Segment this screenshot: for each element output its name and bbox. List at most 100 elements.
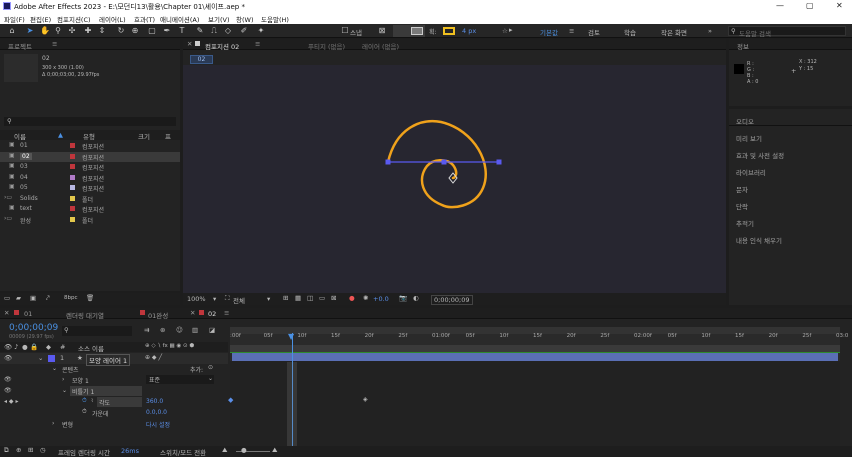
- layer-switches-icon[interactable]: ⊕ ◆ ╱: [145, 354, 162, 361]
- menu-animation[interactable]: 애니메이션(A): [160, 14, 199, 24]
- stopwatch-icon[interactable]: ⏱: [82, 397, 87, 405]
- layer-row-1[interactable]: 👁 ⌄ 1 ★ 모양 레이어 1 ⊕ ◆ ╱: [0, 353, 228, 366]
- label-color-swatch[interactable]: [70, 153, 75, 159]
- workspace-review[interactable]: 검토: [588, 27, 600, 37]
- grid-icon[interactable]: ⊠: [331, 294, 336, 302]
- tab-footage[interactable]: 푸티지 (없음): [308, 41, 345, 51]
- project-search-input[interactable]: ⚲: [4, 117, 176, 126]
- guides-icon[interactable]: ▭: [319, 294, 325, 302]
- dropdown-arrow-icon[interactable]: ▸: [509, 26, 513, 34]
- number-column-icon[interactable]: #: [60, 343, 65, 351]
- label-color-swatch[interactable]: [70, 174, 75, 180]
- project-item[interactable]: ›▭ 완성 폴더: [0, 215, 180, 225]
- pen-tool-icon[interactable]: ✒: [163, 27, 171, 35]
- snapshot-icon[interactable]: 📷: [399, 294, 407, 302]
- exposure-value[interactable]: +0.0: [373, 295, 389, 303]
- panel-paragraph[interactable]: 단락: [736, 201, 748, 211]
- sort-arrow-icon[interactable]: ▲: [58, 131, 63, 139]
- timeline-search-input[interactable]: ⚲: [62, 326, 132, 336]
- stroke-color-swatch[interactable]: [443, 27, 455, 35]
- column-fps[interactable]: 프: [165, 131, 171, 141]
- angle-value[interactable]: 360.0: [146, 398, 163, 405]
- minimize-button[interactable]: —: [776, 1, 784, 10]
- expand-arrow-icon[interactable]: ⌄: [52, 365, 57, 372]
- stopwatch-icon[interactable]: ⏱: [82, 408, 87, 416]
- panel-preview[interactable]: 미리 보기: [736, 133, 762, 143]
- playhead-icon[interactable]: ▼: [288, 332, 294, 341]
- transform-row[interactable]: › 변형 다시 설정: [0, 419, 228, 430]
- menu-window[interactable]: 창(W): [236, 14, 253, 24]
- close-tab-icon[interactable]: ✕: [190, 309, 195, 317]
- project-tab[interactable]: 프로젝트: [8, 41, 32, 51]
- new-folder-icon[interactable]: ▰: [16, 294, 21, 302]
- more-workspaces-icon[interactable]: »: [708, 27, 712, 35]
- expand-arrow-icon[interactable]: ⌄: [38, 354, 43, 362]
- snap-options-icon[interactable]: ⊠: [378, 27, 386, 35]
- resolution-dropdown[interactable]: 전체: [233, 295, 245, 305]
- mask-icon[interactable]: ◫: [307, 294, 313, 302]
- interpret-footage-icon[interactable]: ▭: [4, 294, 10, 302]
- pan-behind-tool-icon[interactable]: ⊕: [131, 27, 139, 35]
- switches-icon[interactable]: ⊕ ◇ ∖ fx ▦ ◉ ⊙ ⬢: [145, 343, 194, 349]
- column-type[interactable]: 유형: [83, 131, 95, 141]
- blend-mode-dropdown[interactable]: 표준: [146, 375, 214, 384]
- info-tab[interactable]: 정보: [737, 41, 749, 51]
- twist-row[interactable]: 👁 ⌄ 비틀기 1: [0, 386, 228, 397]
- time-ruler[interactable]: :00f 05f 10f 15f 20f 25f 01:00f 05f 10f 15f 20f 25f…: [230, 333, 848, 342]
- rotate-tool-icon[interactable]: ↻: [117, 27, 125, 35]
- project-item[interactable]: ▣ 05 컴포지션: [0, 183, 180, 193]
- lock-toggle-icon[interactable]: 🔒: [30, 343, 38, 351]
- in-out-icon[interactable]: ⊞: [28, 446, 33, 454]
- shape-visibility-icon[interactable]: 👁: [4, 376, 12, 383]
- close-tab-icon[interactable]: ✕: [187, 40, 192, 48]
- layer-switches-pane-icon[interactable]: ⧉: [4, 446, 9, 455]
- maximize-button[interactable]: ▢: [806, 1, 814, 10]
- reset-link[interactable]: 다시 설정: [146, 420, 170, 429]
- expand-arrow-icon[interactable]: ⌄: [62, 387, 67, 394]
- twist-label[interactable]: 비틀기 1: [70, 386, 142, 396]
- zoom-slider-handle[interactable]: ●: [241, 446, 247, 454]
- shy-icon[interactable]: ☺: [176, 326, 183, 334]
- panel-audio[interactable]: 오디오: [736, 116, 754, 126]
- solo-toggle-icon[interactable]: ●: [22, 343, 28, 351]
- tab-render-queue[interactable]: 렌더링 대기열: [66, 310, 104, 320]
- brush-tool-icon[interactable]: ✎: [196, 27, 204, 35]
- timeline-graph[interactable]: :00f 05f 10f 15f 20f 25f 01:00f 05f 10f 15f 20f 25f…: [228, 327, 848, 447]
- project-item[interactable]: ▣ 03 컴포지션: [0, 162, 180, 172]
- menu-help[interactable]: 도움말(H): [261, 14, 289, 24]
- bpc-label[interactable]: 8bpc: [64, 295, 78, 301]
- panel-character[interactable]: 문자: [736, 184, 748, 194]
- close-button[interactable]: ✕: [836, 1, 843, 10]
- pan-tool-icon[interactable]: ✚: [84, 27, 92, 35]
- panel-libraries[interactable]: 라이브러리: [736, 167, 766, 177]
- fit-icon[interactable]: ⛶: [225, 294, 230, 303]
- lock-icon[interactable]: [195, 41, 200, 46]
- comp-flowchart-icon[interactable]: ⇉: [144, 326, 149, 334]
- panel-menu-icon[interactable]: ≡: [52, 40, 57, 48]
- layer-visibility-icon[interactable]: 👁: [4, 354, 12, 362]
- transparency-grid-icon[interactable]: ▦: [295, 294, 301, 302]
- tab-01-complete[interactable]: 01완성: [148, 310, 168, 320]
- label-color-swatch[interactable]: [70, 143, 75, 148]
- workspace-default[interactable]: 기본값: [540, 27, 558, 37]
- menu-file[interactable]: 파일(F): [4, 14, 25, 24]
- breadcrumb[interactable]: 02: [190, 55, 213, 64]
- current-timecode[interactable]: 0;00;00;09: [9, 323, 58, 333]
- expand-arrow-icon[interactable]: ›: [52, 420, 54, 427]
- roto-brush-tool-icon[interactable]: ✐: [240, 27, 248, 35]
- shape1-label[interactable]: 모양 1: [72, 376, 89, 385]
- graph-editor-icon[interactable]: ◪: [209, 326, 215, 334]
- home-icon[interactable]: ⌂: [8, 27, 16, 35]
- effect-visibility-icon[interactable]: 👁: [4, 387, 12, 394]
- menu-composition[interactable]: 컴포지션(C): [57, 14, 91, 24]
- graph-icon[interactable]: ⌇: [91, 398, 93, 404]
- zoom-in-icon[interactable]: ⛰: [272, 446, 277, 455]
- label-color-swatch[interactable]: [70, 216, 75, 222]
- project-item[interactable]: ▣ 02 컴포지션: [0, 151, 180, 162]
- menu-view[interactable]: 보기(V): [208, 14, 229, 24]
- source-name-column[interactable]: 소스 이름: [78, 343, 104, 353]
- panel-tracker[interactable]: 추적기: [736, 218, 754, 228]
- contents-row[interactable]: ⌄ 콘텐츠 추가: ⊙: [0, 364, 228, 375]
- menu-effect[interactable]: 효과(T): [134, 14, 155, 24]
- label-color-swatch[interactable]: [70, 206, 75, 211]
